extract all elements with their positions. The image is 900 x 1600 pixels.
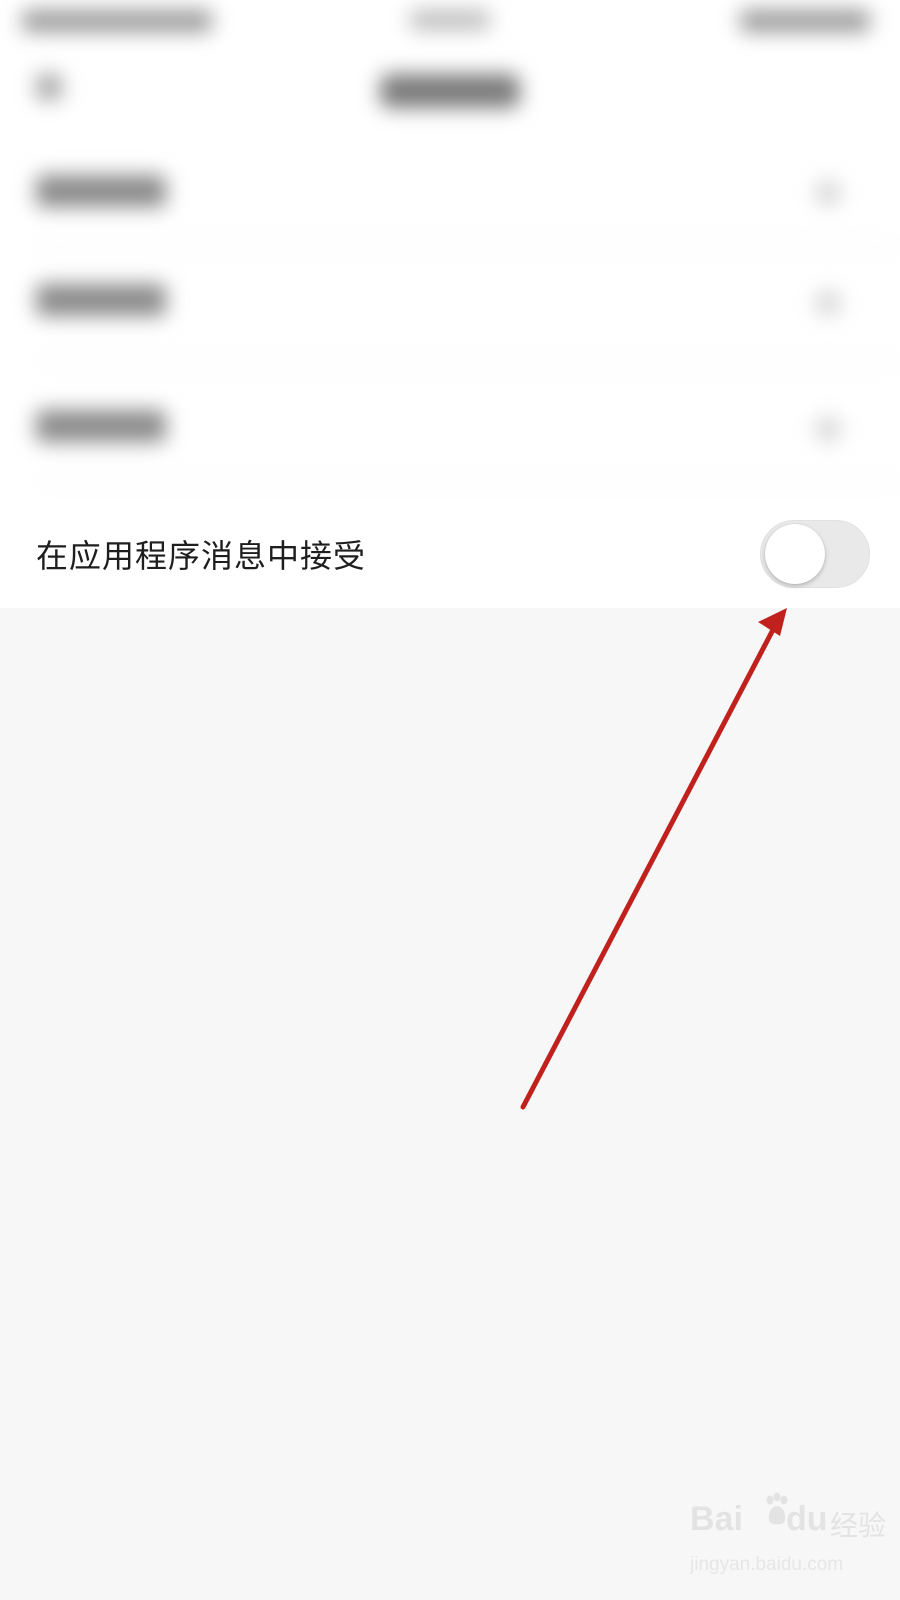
status-bar-right-blurred [740, 10, 870, 32]
setting-row-accept-in-app-messages[interactable]: 在应用程序消息中接受 [0, 500, 900, 608]
chevron-right-icon [815, 416, 841, 442]
watermark-cn: 经验 [830, 1509, 887, 1542]
setting-label: 在应用程序消息中接受 [36, 537, 367, 575]
baidu-jingyan-watermark: Bai 经验 jingyan.baidu.com du [690, 1492, 890, 1590]
toggle-knob [765, 524, 825, 584]
chevron-right-icon [815, 290, 841, 316]
chevron-right-icon [815, 180, 841, 206]
accept-in-app-messages-toggle[interactable] [760, 520, 870, 588]
watermark-url: jingyan.baidu.com [690, 1554, 844, 1575]
annotation-arrowhead [758, 608, 787, 636]
watermark-brand-part1: Bai [690, 1500, 743, 1538]
annotation-arrow-shaft [520, 621, 779, 1110]
divider [36, 360, 900, 362]
settings-item-2-blurred[interactable] [36, 284, 166, 316]
settings-item-1-blurred[interactable] [36, 175, 166, 207]
page-title-blurred [380, 74, 520, 108]
watermark-brand-part2: du [786, 1500, 828, 1538]
status-bar-center-blurred [410, 10, 490, 30]
divider [36, 245, 900, 247]
divider [36, 480, 900, 482]
settings-item-3-blurred[interactable] [36, 410, 166, 442]
blurred-header-area [0, 0, 900, 500]
back-arrow-icon[interactable] [36, 74, 62, 100]
status-bar-left-blurred [22, 10, 212, 32]
